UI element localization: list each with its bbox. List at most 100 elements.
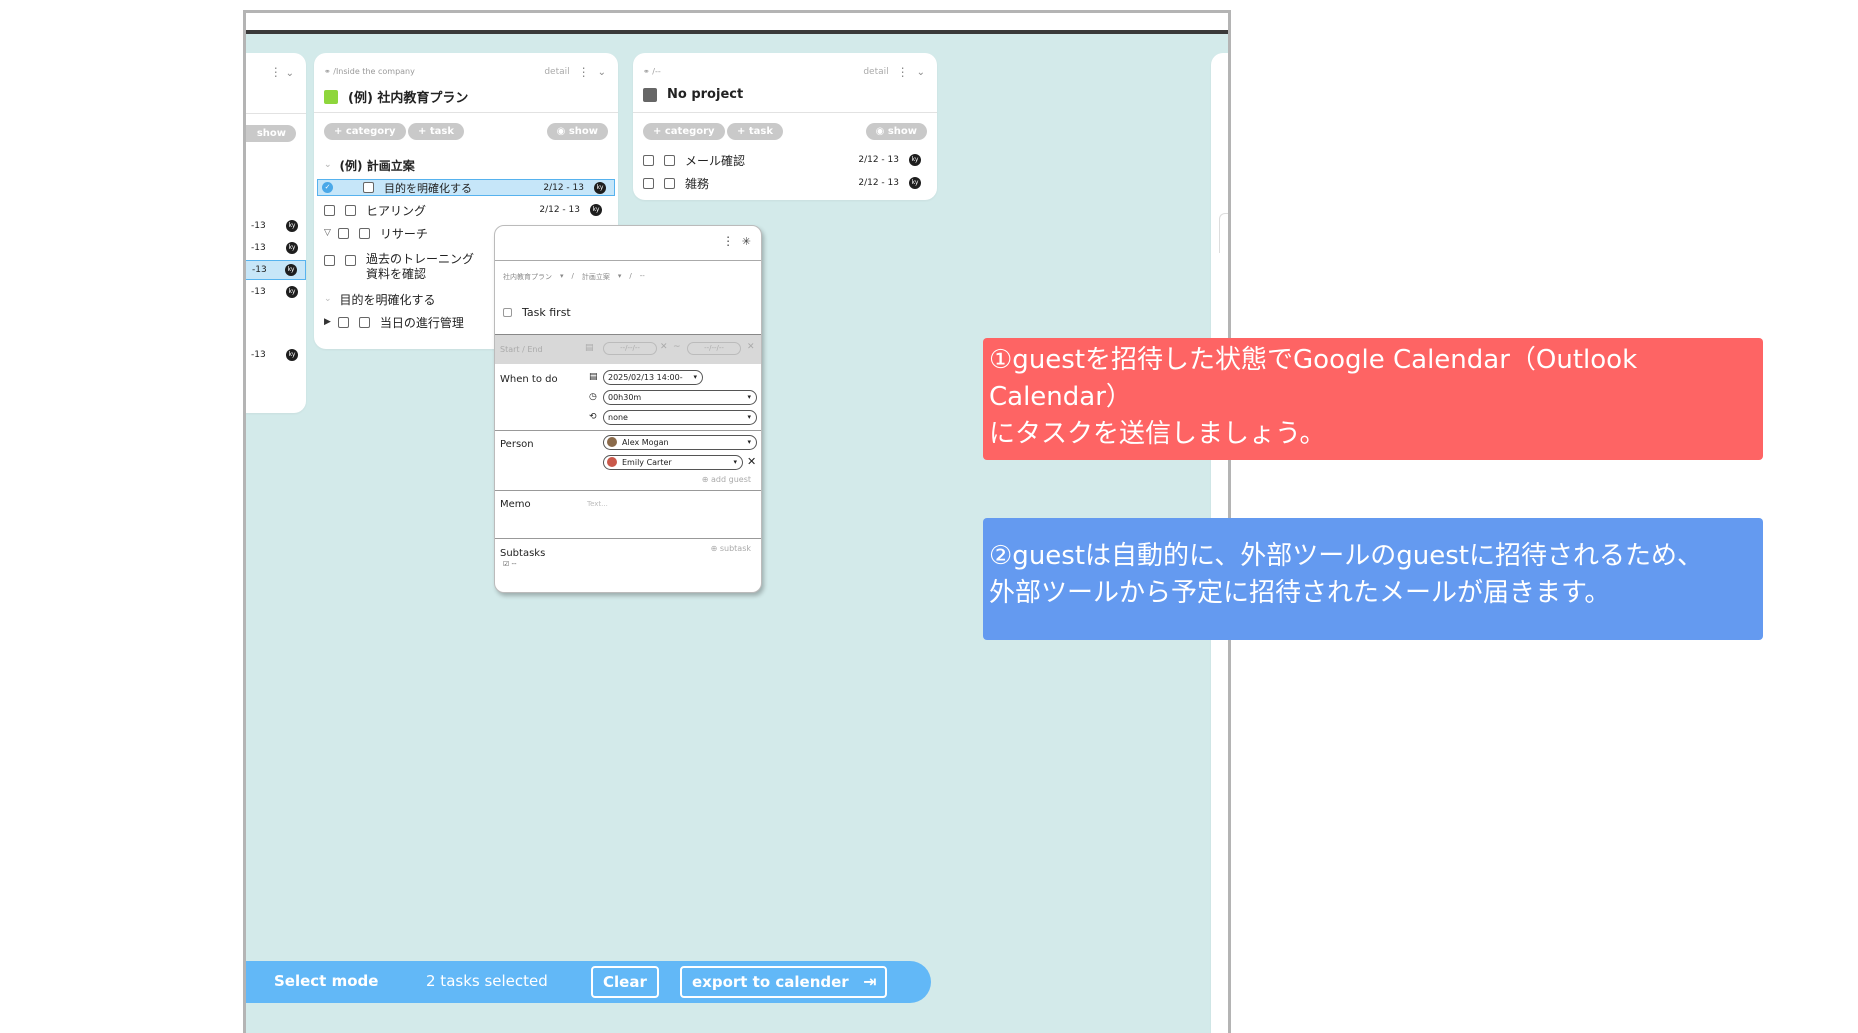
select-checkbox[interactable] <box>643 177 654 189</box>
plus-icon: ⊕ <box>701 475 709 484</box>
avatar: ky <box>590 204 602 216</box>
chevron-down-icon[interactable]: ⌄ <box>324 294 332 304</box>
project-color <box>643 87 657 102</box>
task-checkbox[interactable] <box>345 204 356 216</box>
add-guest-button[interactable]: ⊕ add guest <box>702 475 751 484</box>
category-header[interactable]: ⌄ (例) 計画立案 <box>324 155 610 175</box>
select-checkbox[interactable] <box>337 316 349 328</box>
task-checkbox[interactable] <box>503 308 512 317</box>
expand-down-icon[interactable]: ▽ <box>324 228 331 238</box>
link-icon: ⚭ <box>643 67 650 76</box>
task-checkbox[interactable] <box>664 154 675 166</box>
task-row[interactable]: メール確認 2/12 - 13 ky <box>643 150 929 170</box>
add-category-button[interactable]: + category <box>643 123 725 140</box>
avatar: ky <box>285 264 297 276</box>
detail-link[interactable]: detail <box>544 67 569 77</box>
add-category-button[interactable]: + category <box>324 123 406 140</box>
task-row[interactable]: 雑務 2/12 - 13 ky <box>643 173 929 193</box>
collapse-icon[interactable]: ⌄ <box>598 67 606 78</box>
avatar: ky <box>286 349 298 361</box>
avatar: ky <box>909 177 921 189</box>
task-detail-popup: ⋮ ✳ 社内教育プラン ▾ / 計画立案 ▾ / -- Task first Start /… <box>494 225 762 593</box>
list-item[interactable]: -13 ky <box>246 345 306 365</box>
avatar: ky <box>286 286 298 298</box>
list-item[interactable]: -13 ky <box>246 216 306 236</box>
avatar <box>607 457 617 467</box>
repeat-icon: ⟲ <box>589 412 597 422</box>
list-item[interactable]: -13 ky <box>246 238 306 258</box>
avatar: ky <box>286 242 298 254</box>
top-bar <box>246 13 1228 34</box>
export-icon: ⇥ <box>863 972 877 991</box>
chevron-down-icon[interactable]: ⌄ <box>324 160 332 170</box>
subtasks-label: Subtasks <box>500 548 546 559</box>
list-item-selected[interactable]: -13 ky <box>246 260 306 280</box>
task-checkbox[interactable] <box>345 255 356 266</box>
select-mode-label: Select mode <box>274 972 379 990</box>
left-project-card: ⋮ ⌄ show -13 ky -13 ky -13 ky -13 ky -13 ky <box>246 53 306 413</box>
remove-guest-icon[interactable]: ✕ <box>747 455 756 468</box>
select-checkbox[interactable] <box>337 227 349 239</box>
calendar-icon: ▤ <box>585 343 594 353</box>
select-checkbox[interactable] <box>643 154 654 166</box>
task-checkbox[interactable] <box>664 177 675 189</box>
show-pill[interactable]: show <box>246 125 296 142</box>
plus-icon: ⊕ <box>710 544 718 553</box>
list-item[interactable]: -13 ky <box>246 282 306 302</box>
repeat-select[interactable]: none ▾ <box>603 410 757 425</box>
note-2: ②guestは自動的に、外部ツールのguestに招待されるため、 外部ツールから… <box>983 518 1763 640</box>
select-checkbox[interactable] <box>324 204 335 216</box>
end-date-input[interactable]: --/--/-- <box>687 342 741 355</box>
when-date-select[interactable]: 2025/02/13 14:00- ▾ <box>603 370 703 385</box>
project-color <box>324 89 338 104</box>
add-subtask-button[interactable]: ⊕ subtask <box>711 544 751 553</box>
avatar <box>607 437 617 447</box>
task-checkbox[interactable] <box>363 182 374 193</box>
add-task-button[interactable]: + task <box>408 123 464 140</box>
show-button[interactable]: ◉ show <box>865 123 927 140</box>
collapse-icon[interactable]: ⌄ <box>917 67 925 78</box>
note-1: ①guestを招待した状態でGoogle Calendar（Outlook Ca… <box>983 338 1763 460</box>
show-button[interactable]: ◉ show <box>546 123 608 140</box>
popup-menu-icon[interactable]: ⋮ ✳ <box>722 234 751 248</box>
start-end-row: Start / End ▤ --/--/-- ✕ ~ --/--/-- ✕ <box>495 334 761 364</box>
checkbox-icon[interactable]: ☑ <box>503 560 509 568</box>
task-checkbox[interactable] <box>358 227 370 239</box>
task-title[interactable]: Task first <box>503 306 571 319</box>
selected-count: 2 tasks selected <box>426 972 548 990</box>
menu-icon[interactable]: ⋮ <box>578 65 590 79</box>
link-icon: ⚭ <box>324 67 331 76</box>
detail-link[interactable]: detail <box>863 67 888 77</box>
task-row-selected[interactable]: ✓ 目的を明確化する 2/12 - 13 ky <box>317 179 615 196</box>
close-icon[interactable]: ✳ <box>742 235 751 248</box>
start-date-input[interactable]: --/--/-- <box>603 342 657 355</box>
avatar: ky <box>909 154 921 166</box>
memo-input[interactable]: Text... <box>587 500 608 508</box>
eye-icon: ◉ <box>875 126 885 137</box>
project-title: (例) 社内教育プラン <box>324 87 468 106</box>
card-menu-icon[interactable]: ⋮ ⌄ <box>270 65 294 79</box>
person-select-1[interactable]: Alex Mogan ▾ <box>603 435 757 450</box>
clear-button[interactable]: Clear <box>591 966 659 998</box>
duration-select[interactable]: 00h30m ▾ <box>603 390 757 405</box>
selected-check-icon[interactable]: ✓ <box>322 182 333 193</box>
task-checkbox[interactable] <box>358 316 370 328</box>
calendar-icon: ▤ <box>589 372 598 382</box>
clear-start-icon[interactable]: ✕ <box>660 342 668 352</box>
task-row[interactable]: ヒアリング 2/12 - 13 ky <box>324 200 610 220</box>
menu-icon[interactable]: ⋮ <box>897 65 909 79</box>
collapse-icon[interactable]: ⌄ <box>286 68 294 79</box>
select-mode-bar: Select mode 2 tasks selected Clear expor… <box>246 961 931 1003</box>
add-task-button[interactable]: + task <box>727 123 783 140</box>
export-to-calendar-button[interactable]: export to calender ⇥ <box>680 966 887 998</box>
clear-end-icon[interactable]: ✕ <box>747 342 755 352</box>
avatar: ky <box>286 220 298 232</box>
expand-right-icon[interactable]: ▶ <box>324 317 331 327</box>
subtask-item[interactable]: ☑ -- <box>503 560 517 568</box>
person-select-2[interactable]: Emily Carter ▾ <box>603 455 743 470</box>
when-label: When to do <box>500 374 558 385</box>
memo-label: Memo <box>500 499 531 510</box>
clock-icon: ◷ <box>589 392 597 402</box>
project-path: ⚭ /Inside the company <box>324 67 415 76</box>
select-checkbox[interactable] <box>324 255 335 266</box>
